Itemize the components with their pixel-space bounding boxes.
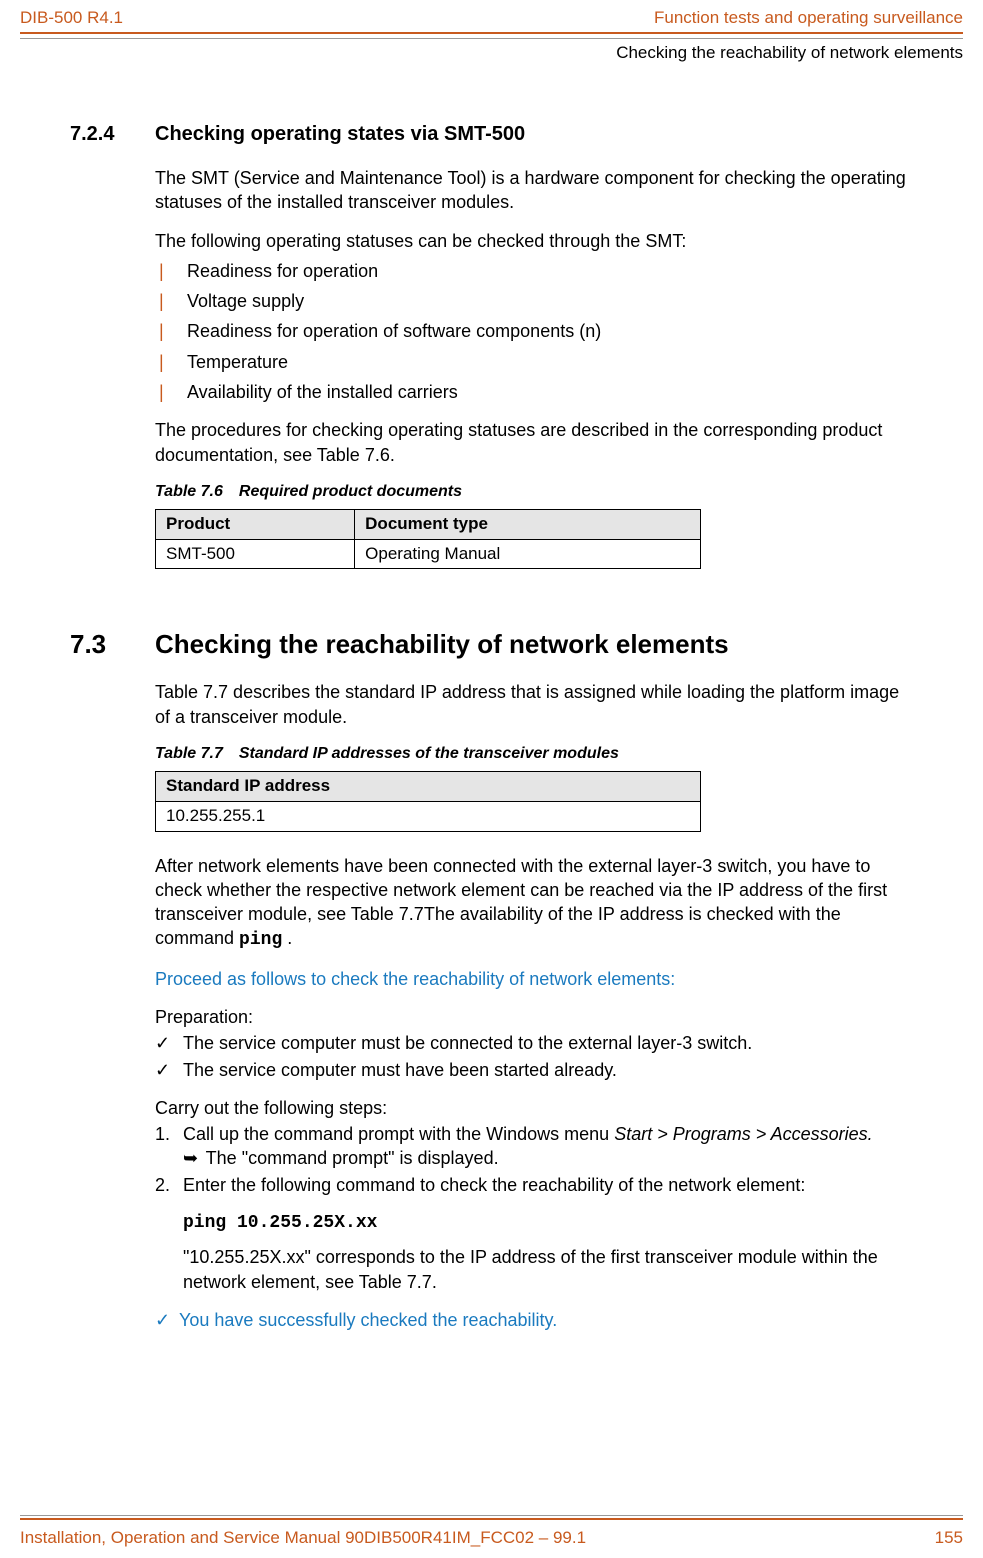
section-number: 7.2.4: [70, 123, 155, 146]
header-rule: [20, 32, 963, 34]
check-icon: ✓: [155, 1308, 179, 1332]
menu-path: Start > Programs > Accessories.: [614, 1124, 872, 1144]
command-inline: ping: [239, 930, 282, 950]
text: Enter the following command to check the…: [183, 1175, 805, 1195]
footer-title: Installation, Operation and Service Manu…: [20, 1528, 586, 1548]
section-7-3-heading: 7.3 Checking the reachability of network…: [70, 629, 913, 660]
table-header-row: Standard IP address: [156, 771, 701, 801]
table-7-6: Product Document type SMT-500 Operating …: [155, 509, 701, 570]
step-number: 2.: [155, 1173, 170, 1197]
step-2: 2. Enter the following command to check …: [155, 1173, 913, 1197]
prep-label: Preparation:: [155, 1005, 913, 1029]
steps-label: Carry out the following steps:: [155, 1096, 913, 1120]
page-footer: Installation, Operation and Service Manu…: [0, 1509, 983, 1558]
section-breadcrumb: Checking the reachability of network ele…: [0, 39, 983, 73]
page-number: 155: [935, 1528, 963, 1548]
footer-rule: [20, 1518, 963, 1520]
table-header-row: Product Document type: [156, 509, 701, 539]
table-header: Standard IP address: [156, 771, 701, 801]
paragraph: The following operating statuses can be …: [155, 229, 913, 253]
text: Call up the command prompt with the Wind…: [183, 1124, 614, 1144]
doc-id: DIB-500 R4.1: [20, 8, 123, 28]
table-row: SMT-500 Operating Manual: [156, 539, 701, 569]
section-7-2-4-heading: 7.2.4 Checking operating states via SMT-…: [70, 123, 913, 146]
list-item: The service computer must have been star…: [155, 1058, 913, 1082]
list-item: Readiness for operation of software comp…: [155, 319, 913, 343]
footer-thin-rule: [20, 1515, 963, 1516]
paragraph: The procedures for checking operating st…: [155, 418, 913, 467]
table-row: 10.255.255.1: [156, 801, 701, 831]
page-content: 7.2.4 Checking operating states via SMT-…: [0, 73, 983, 1332]
step-result: ➥ The "command prompt" is displayed.: [183, 1146, 913, 1170]
page-header: DIB-500 R4.1 Function tests and operatin…: [0, 0, 983, 32]
table-caption: Table 7.6 Required product documents: [155, 481, 913, 503]
table-header: Product: [156, 509, 355, 539]
section-title: Checking the reachability of network ele…: [155, 629, 729, 660]
list-item: Temperature: [155, 350, 913, 374]
chapter-title: Function tests and operating surveillanc…: [654, 8, 963, 28]
step-1: 1. Call up the command prompt with the W…: [155, 1122, 913, 1171]
status-list: Readiness for operation Voltage supply R…: [155, 259, 913, 404]
table-cell: Operating Manual: [355, 539, 701, 569]
section-title: Checking operating states via SMT-500: [155, 123, 525, 146]
paragraph: After network elements have been connect…: [155, 854, 913, 953]
arrow-icon: ➥: [183, 1146, 201, 1170]
section-7-3-body: Table 7.7 describes the standard IP addr…: [155, 680, 913, 1332]
list-item: Readiness for operation: [155, 259, 913, 283]
paragraph: The SMT (Service and Maintenance Tool) i…: [155, 166, 913, 215]
list-item: Voltage supply: [155, 289, 913, 313]
section-7-2-4-body: The SMT (Service and Maintenance Tool) i…: [155, 166, 913, 569]
text: .: [282, 928, 292, 948]
procedure-heading: Proceed as follows to check the reachabi…: [155, 967, 913, 991]
table-caption: Table 7.7 Standard IP addresses of the t…: [155, 743, 913, 765]
table-cell: SMT-500: [156, 539, 355, 569]
footer-row: Installation, Operation and Service Manu…: [20, 1528, 963, 1548]
preparation-list: The service computer must be connected t…: [155, 1031, 913, 1082]
command-block: ping 10.255.25X.xx: [183, 1211, 913, 1235]
section-number: 7.3: [70, 629, 155, 660]
success-message: ✓You have successfully checked the reach…: [155, 1308, 913, 1332]
table-7-7: Standard IP address 10.255.255.1: [155, 771, 701, 832]
list-item: The service computer must be connected t…: [155, 1031, 913, 1055]
paragraph: "10.255.25X.xx" corresponds to the IP ad…: [183, 1245, 913, 1294]
step-number: 1.: [155, 1122, 170, 1146]
text: The "command prompt" is displayed.: [201, 1148, 499, 1168]
paragraph: Table 7.7 describes the standard IP addr…: [155, 680, 913, 729]
list-item: Availability of the installed carriers: [155, 380, 913, 404]
steps-list: 1. Call up the command prompt with the W…: [155, 1122, 913, 1197]
text: You have successfully checked the reacha…: [179, 1310, 557, 1330]
table-cell: 10.255.255.1: [156, 801, 701, 831]
table-header: Document type: [355, 509, 701, 539]
